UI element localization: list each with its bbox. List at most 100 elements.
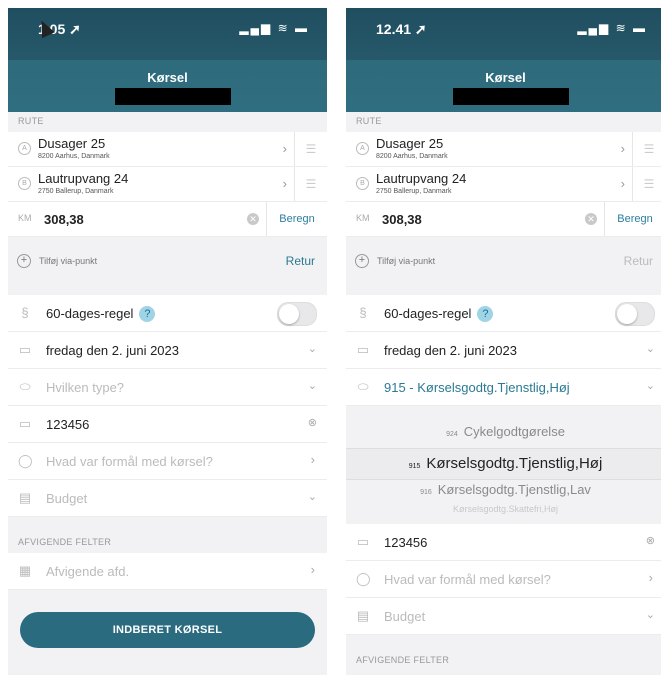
date-field[interactable]: ▭ fredag den 2. juni 2023 ⌄: [8, 332, 327, 369]
from-sub: 8200 Aarhus, Danmark: [376, 153, 448, 160]
chevron-right-icon: ›: [620, 176, 625, 191]
budget-field[interactable]: ▤ Budget ⌄: [8, 480, 327, 517]
clear-icon[interactable]: ✕: [247, 213, 259, 225]
via-row: + Tilføj via-punkt Retur: [8, 243, 327, 279]
status-bar: 12.41 ➚ ▂▄▆ ≋ ▬: [346, 8, 661, 60]
route-from[interactable]: A Dusager 25 8200 Aarhus, Danmark › ☰: [346, 132, 661, 167]
submit-button[interactable]: INDBERET KØRSEL: [20, 612, 315, 648]
nav-bar: Kørsel: [8, 60, 327, 112]
chevron-down-icon: ⌄: [307, 343, 317, 355]
drag-handle-icon[interactable]: ☰: [294, 167, 327, 201]
calendar-icon: ▭: [356, 342, 370, 357]
paragraph-icon: §: [359, 305, 367, 320]
rule-label: 60-dages-regel: [384, 306, 472, 321]
budget-icon: ▤: [356, 608, 370, 623]
to-sub: 2750 Ballerup, Danmark: [376, 188, 452, 195]
drag-handle-icon[interactable]: ☰: [632, 167, 661, 201]
marker-b-icon: B: [18, 177, 31, 190]
clear-icon[interactable]: ✕: [585, 213, 597, 225]
km-row: KM 308,38 ✕ Beregn: [8, 202, 327, 237]
route-from[interactable]: A Dusager 25 8200 Aarhus, Danmark › ☰: [8, 132, 327, 167]
purpose-placeholder: Hvad var formål med kørsel?: [46, 454, 213, 469]
purpose-field[interactable]: ◯ Hvad var formål med kørsel? ›: [8, 443, 327, 480]
km-input[interactable]: 308,38: [44, 212, 84, 227]
left-screen: 1.05 ➚ ▂▄▆ ≋ ▬ Kørsel RUTE A Dusager 25 …: [8, 8, 327, 675]
deviating-section-label: AFVIGENDE FELTER: [18, 537, 112, 547]
via-row: + Tilføj via-punkt Retur: [346, 243, 661, 279]
picker-option[interactable]: 916 Kørselsgodtg.Tjenstlig,Lav: [346, 482, 661, 497]
picker-option-selected[interactable]: 915 Kørselsgodtg.Tjenstlig,Høj: [346, 448, 661, 480]
to-address: Lautrupvang 24: [38, 171, 129, 186]
route-to[interactable]: B Lautrupvang 24 2750 Ballerup, Danmark …: [346, 167, 661, 202]
from-address: Dusager 25: [38, 136, 106, 151]
dept-placeholder: Afvigende afd.: [46, 564, 130, 579]
return-button[interactable]: Retur: [624, 254, 653, 268]
km-input[interactable]: 308,38: [382, 212, 422, 227]
status-icons: ▂▄▆ ≋ ▬: [577, 21, 647, 35]
picker-option[interactable]: Kørselsgodtg.Skattefri,Høj: [346, 504, 661, 514]
clear-icon[interactable]: ⊗: [308, 416, 317, 429]
chevron-down-icon: ⌄: [645, 380, 655, 392]
rule-toggle[interactable]: [277, 302, 317, 326]
plate-field[interactable]: ▭ 123456 ⊗: [8, 406, 327, 443]
picker-option[interactable]: 924 Cykelgodtgørelse: [346, 424, 661, 439]
type-field[interactable]: ⬭ 915 - Kørselsgodtg.Tjenstlig,Høj ⌄: [346, 369, 661, 406]
nav-bar: Kørsel: [346, 60, 661, 112]
add-via-point[interactable]: Tilføj via-punkt: [39, 256, 97, 266]
add-icon[interactable]: +: [17, 254, 31, 268]
deviating-dept-field[interactable]: ▦ Afvigende afd. ›: [8, 553, 327, 590]
date-field[interactable]: ▭ fredag den 2. juni 2023 ⌄: [346, 332, 661, 369]
chevron-right-icon: ›: [620, 141, 625, 156]
return-button[interactable]: Retur: [286, 254, 315, 268]
chevron-right-icon: ›: [648, 570, 653, 585]
page-title: Kørsel: [147, 70, 188, 85]
calculate-button[interactable]: Beregn: [266, 202, 327, 236]
type-picker[interactable]: 924 Cykelgodtgørelse 915 Kørselsgodtg.Tjen…: [346, 406, 661, 524]
rule-row: § 60-dages-regel?: [346, 295, 661, 332]
chevron-down-icon: ⌄: [645, 609, 655, 621]
route-to[interactable]: B Lautrupvang 24 2750 Ballerup, Danmark …: [8, 167, 327, 202]
marker-a-icon: A: [18, 142, 31, 155]
drag-handle-icon[interactable]: ☰: [294, 132, 327, 166]
to-address: Lautrupvang 24: [376, 171, 467, 186]
purpose-placeholder: Hvad var formål med kørsel?: [384, 572, 551, 587]
rule-toggle[interactable]: [615, 302, 655, 326]
budget-placeholder: Budget: [46, 491, 88, 506]
plate-field[interactable]: ▭ 123456 ⊗: [346, 524, 661, 561]
chevron-right-icon: ›: [282, 176, 287, 191]
add-icon[interactable]: +: [355, 254, 369, 268]
date-value: fredag den 2. juni 2023: [384, 343, 517, 358]
budget-placeholder: Budget: [384, 609, 426, 624]
car-icon: ▭: [356, 534, 370, 549]
add-via-point[interactable]: Tilføj via-punkt: [377, 256, 435, 266]
rule-label: 60-dages-regel: [46, 306, 134, 321]
building-icon: ▦: [18, 563, 32, 578]
drag-handle-icon[interactable]: ☰: [632, 132, 661, 166]
status-icons: ▂▄▆ ≋ ▬: [239, 21, 309, 35]
status-time: 12.41 ➚: [376, 21, 427, 37]
right-screen: 12.41 ➚ ▂▄▆ ≋ ▬ Kørsel RUTE A Dusager 25…: [346, 8, 661, 675]
chevron-right-icon: ›: [310, 562, 315, 577]
tag-icon: ⬭: [357, 379, 369, 394]
comment-icon: ◯: [18, 453, 33, 468]
help-icon[interactable]: ?: [477, 306, 494, 322]
plate-value: 123456: [46, 417, 90, 432]
purpose-field[interactable]: ◯ Hvad var formål med kørsel? ›: [346, 561, 661, 598]
chevron-down-icon: ⌄: [307, 380, 317, 392]
marker-a-icon: A: [356, 142, 369, 155]
km-row: KM 308,38 ✕ Beregn: [346, 202, 661, 237]
type-field[interactable]: ⬭ Hvilken type? ⌄: [8, 369, 327, 406]
calendar-icon: ▭: [18, 342, 32, 357]
help-icon[interactable]: ?: [139, 306, 156, 322]
tag-icon: ⬭: [19, 379, 31, 394]
marker-b-icon: B: [356, 177, 369, 190]
deviating-section-label: AFVIGENDE FELTER: [356, 655, 450, 665]
route-section-label: RUTE: [356, 116, 382, 126]
clear-icon[interactable]: ⊗: [646, 534, 655, 547]
chevron-down-icon: ⌄: [307, 491, 317, 503]
calculate-button[interactable]: Beregn: [604, 202, 661, 236]
budget-field[interactable]: ▤ Budget ⌄: [346, 598, 661, 635]
chevron-right-icon: ›: [310, 452, 315, 467]
chevron-right-icon: ›: [282, 141, 287, 156]
car-icon: ▭: [18, 416, 32, 431]
